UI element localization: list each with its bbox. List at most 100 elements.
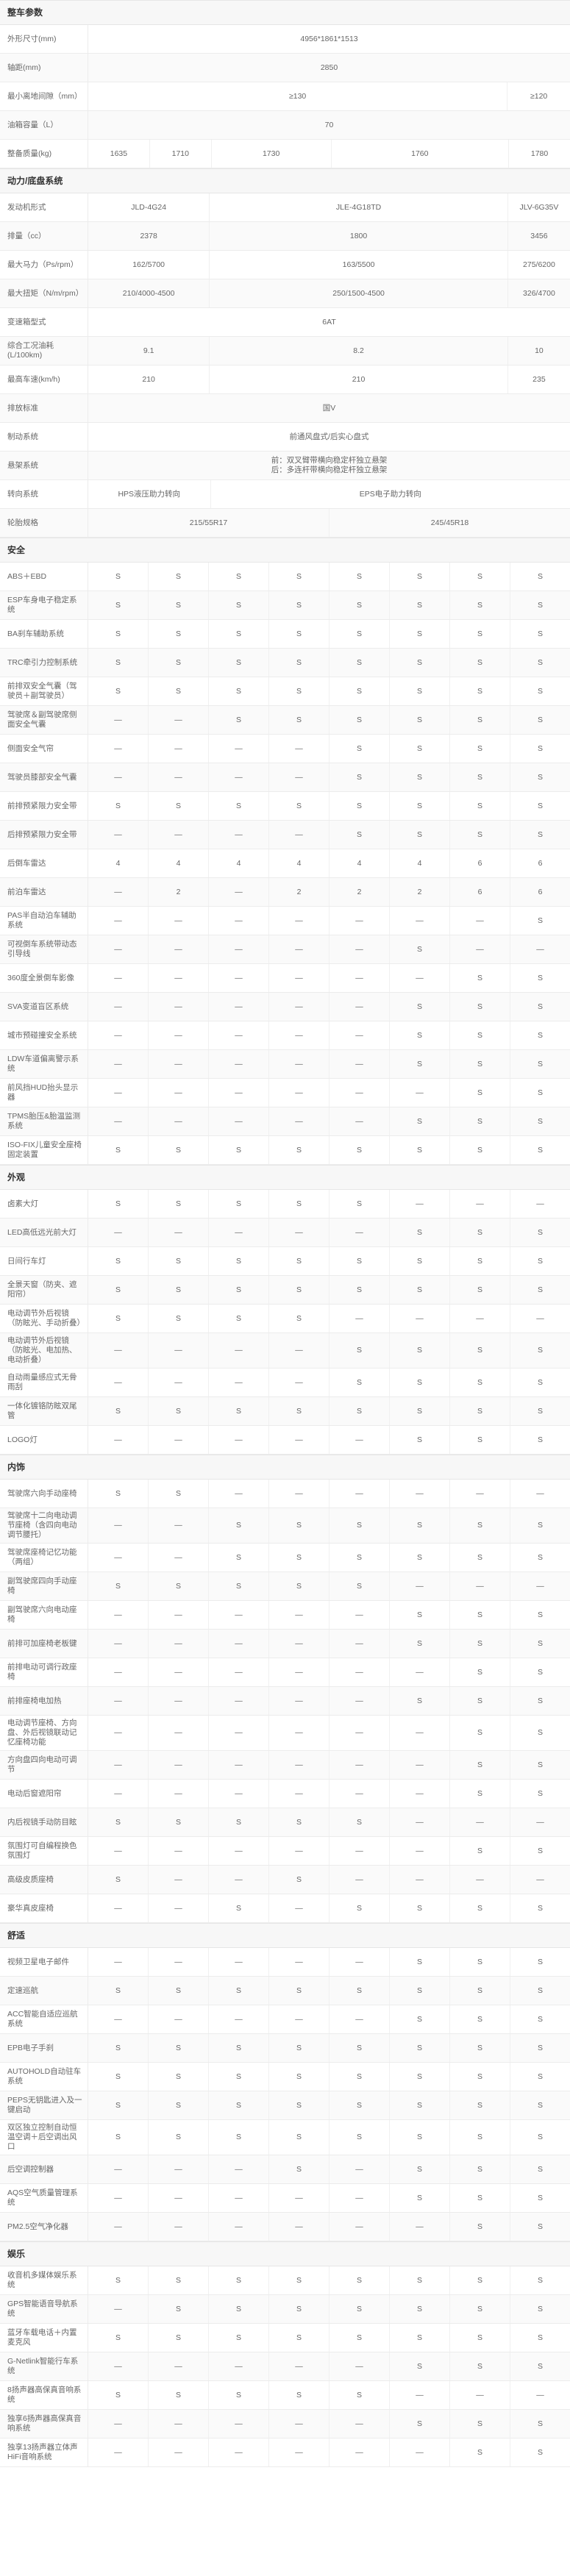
spec-values: SSSSSSSS	[88, 677, 570, 705]
spec-values: — — — — — S S S	[88, 1021, 570, 1049]
spec-values: 44444466	[88, 849, 570, 877]
spec-row: SVA变道盲区系统 — — — — — S S S	[0, 993, 570, 1021]
spec-value: —	[269, 2352, 329, 2380]
spec-value: S	[88, 677, 149, 705]
spec-value: S	[390, 706, 450, 734]
spec-value: 215/55R17	[88, 509, 329, 537]
spec-value: S	[450, 735, 510, 763]
spec-value: S	[450, 1948, 510, 1976]
spec-value: S	[329, 1369, 390, 1396]
spec-value: S	[537, 686, 543, 696]
spec-values: — — — — S S S S	[88, 1369, 570, 1396]
spec-value: S	[209, 1894, 269, 1922]
section-body: 视频卫星电子邮件 — — — — — S S S 定速巡航 S S S S S S S S ACC智能自适应巡航系统…	[0, 1948, 570, 2241]
spec-value: —	[88, 993, 149, 1021]
spec-values: SSSSSSSS	[88, 2324, 570, 2352]
spec-value: S	[450, 1333, 510, 1368]
spec-values: — — — — — — S S	[88, 2213, 570, 2241]
spec-label: 360度全景倒车影像	[0, 964, 88, 992]
spec-value: S	[537, 2072, 543, 2081]
spec-value: 前通风盘式/后实心盘式	[289, 432, 369, 441]
spec-value: —	[149, 1544, 209, 1571]
spec-value: S	[450, 1136, 510, 1164]
spec-value: S	[390, 1369, 450, 1396]
spec-value: —	[209, 964, 269, 992]
spec-value: S	[450, 1219, 510, 1246]
spec-value: S	[537, 1760, 543, 1769]
spec-value: S	[329, 1977, 390, 2005]
spec-label: 最小离地间隙（mm）	[0, 82, 88, 110]
spec-value: S	[537, 715, 543, 724]
spec-row: 转向系统 HPS液压助力转向 EPS电子助力转向	[0, 480, 570, 509]
spec-value: S	[209, 563, 269, 591]
spec-value: —	[269, 1948, 329, 1976]
spec-value: 210/4000-4500	[88, 279, 210, 307]
spec-value: —	[269, 935, 329, 963]
spec-value: —	[450, 935, 510, 963]
spec-value: S	[390, 563, 450, 591]
spec-value: —	[390, 2438, 450, 2466]
spec-value: S	[537, 1610, 543, 1619]
spec-label: 驾驶席＆副驾驶席侧面安全气囊	[0, 706, 88, 734]
section-body: 外形尺寸(mm) 4956*1861*1513 轴距(mm) 2850 最小离地间隙（m…	[0, 25, 570, 168]
spec-value: —	[536, 1313, 544, 1323]
spec-value: S	[88, 2063, 149, 2091]
spec-row: LED高低远光前大灯 — — — — — S S S	[0, 1219, 570, 1247]
spec-row: ACC智能自适应巡航系统 — — — — — S S S	[0, 2005, 570, 2034]
spec-value: S	[537, 2304, 543, 2313]
spec-value: —	[149, 1948, 209, 1976]
spec-value: —	[88, 1837, 149, 1865]
spec-value: 6	[538, 887, 543, 896]
spec-value: S	[390, 2091, 450, 2119]
spec-value: S	[450, 2120, 510, 2155]
spec-value: S	[209, 1508, 269, 1543]
spec-value: S	[390, 2120, 450, 2155]
spec-value: —	[88, 1333, 149, 1368]
spec-value: S	[269, 2120, 329, 2155]
spec-value: 6	[450, 849, 510, 877]
spec-row: 前排可加座椅老板键 — — — — — S S S	[0, 1630, 570, 1658]
spec-value: S	[269, 1276, 329, 1304]
spec-value: 4	[88, 849, 149, 877]
spec-row: 电动调节外后视镜（防眩光、手动折叠） S S S S — — — —	[0, 1305, 570, 1333]
spec-values: S S S S S — — —	[88, 2381, 570, 2409]
spec-value: —	[390, 1808, 450, 1836]
spec-value: 163/5500	[210, 251, 508, 279]
spec-label: 城市预碰撞安全系统	[0, 1021, 88, 1049]
spec-value: S	[537, 600, 543, 610]
spec-values: — — — — — — — S	[88, 907, 570, 935]
spec-value: 4	[209, 849, 269, 877]
section-body: 发动机形式 JLD-4G24 JLE-4G18TD JLV-6G35V 排量（cc） 23…	[0, 193, 570, 538]
spec-row: BA刹车辅助系统 S S S S S S S S	[0, 620, 570, 649]
spec-value: S	[269, 649, 329, 677]
spec-value: S	[537, 2014, 543, 2024]
spec-value: —	[209, 1780, 269, 1808]
spec-value: S	[450, 2034, 510, 2062]
spec-value: —	[149, 2155, 209, 2183]
spec-row: 收音机多媒体娱乐系统 S S S S S S S S	[0, 2266, 570, 2295]
spec-row: 城市预碰撞安全系统 — — — — — S S S	[0, 1021, 570, 1050]
spec-value: S	[269, 1305, 329, 1332]
spec-value: S	[329, 1544, 390, 1571]
spec-values: HPS液压助力转向 EPS电子助力转向	[88, 480, 570, 508]
spec-value: S	[450, 1751, 510, 1779]
spec-row: 驾驶席座椅记忆功能（两组） — — S S S S S S	[0, 1544, 570, 1572]
spec-value: —	[269, 1687, 329, 1715]
spec-value: S	[329, 735, 390, 763]
spec-value: —	[209, 1837, 269, 1865]
spec-value: S	[329, 1333, 390, 1368]
spec-value: S	[209, 2091, 269, 2119]
spec-value: —	[88, 2155, 149, 2183]
spec-value: —	[149, 2213, 209, 2241]
spec-value: S	[209, 649, 269, 677]
spec-value: S	[537, 1256, 543, 1266]
spec-values: — — — — — — S S	[88, 2438, 570, 2466]
spec-value: S	[329, 706, 390, 734]
spec-value: —	[269, 1751, 329, 1779]
spec-value: —	[88, 2410, 149, 2438]
spec-value: S	[450, 1601, 510, 1629]
spec-label: PEPS无钥匙进入及一键启动	[0, 2091, 88, 2119]
spec-values: — — — — — S S S	[88, 2184, 570, 2212]
spec-value: —	[209, 1687, 269, 1715]
spec-value: S	[149, 792, 209, 820]
